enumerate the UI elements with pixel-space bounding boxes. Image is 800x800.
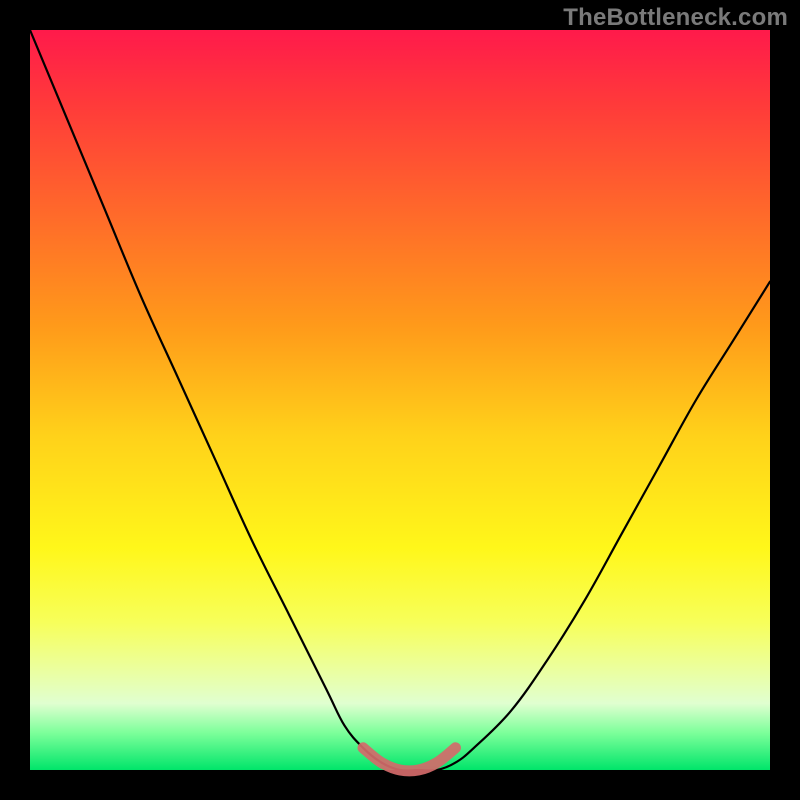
chart-frame: TheBottleneck.com: [0, 0, 800, 800]
plot-area: [30, 30, 770, 770]
watermark-text: TheBottleneck.com: [563, 4, 788, 32]
bottleneck-curve: [30, 30, 770, 771]
optimal-band-highlight: [363, 748, 456, 771]
curve-svg: [30, 30, 770, 770]
